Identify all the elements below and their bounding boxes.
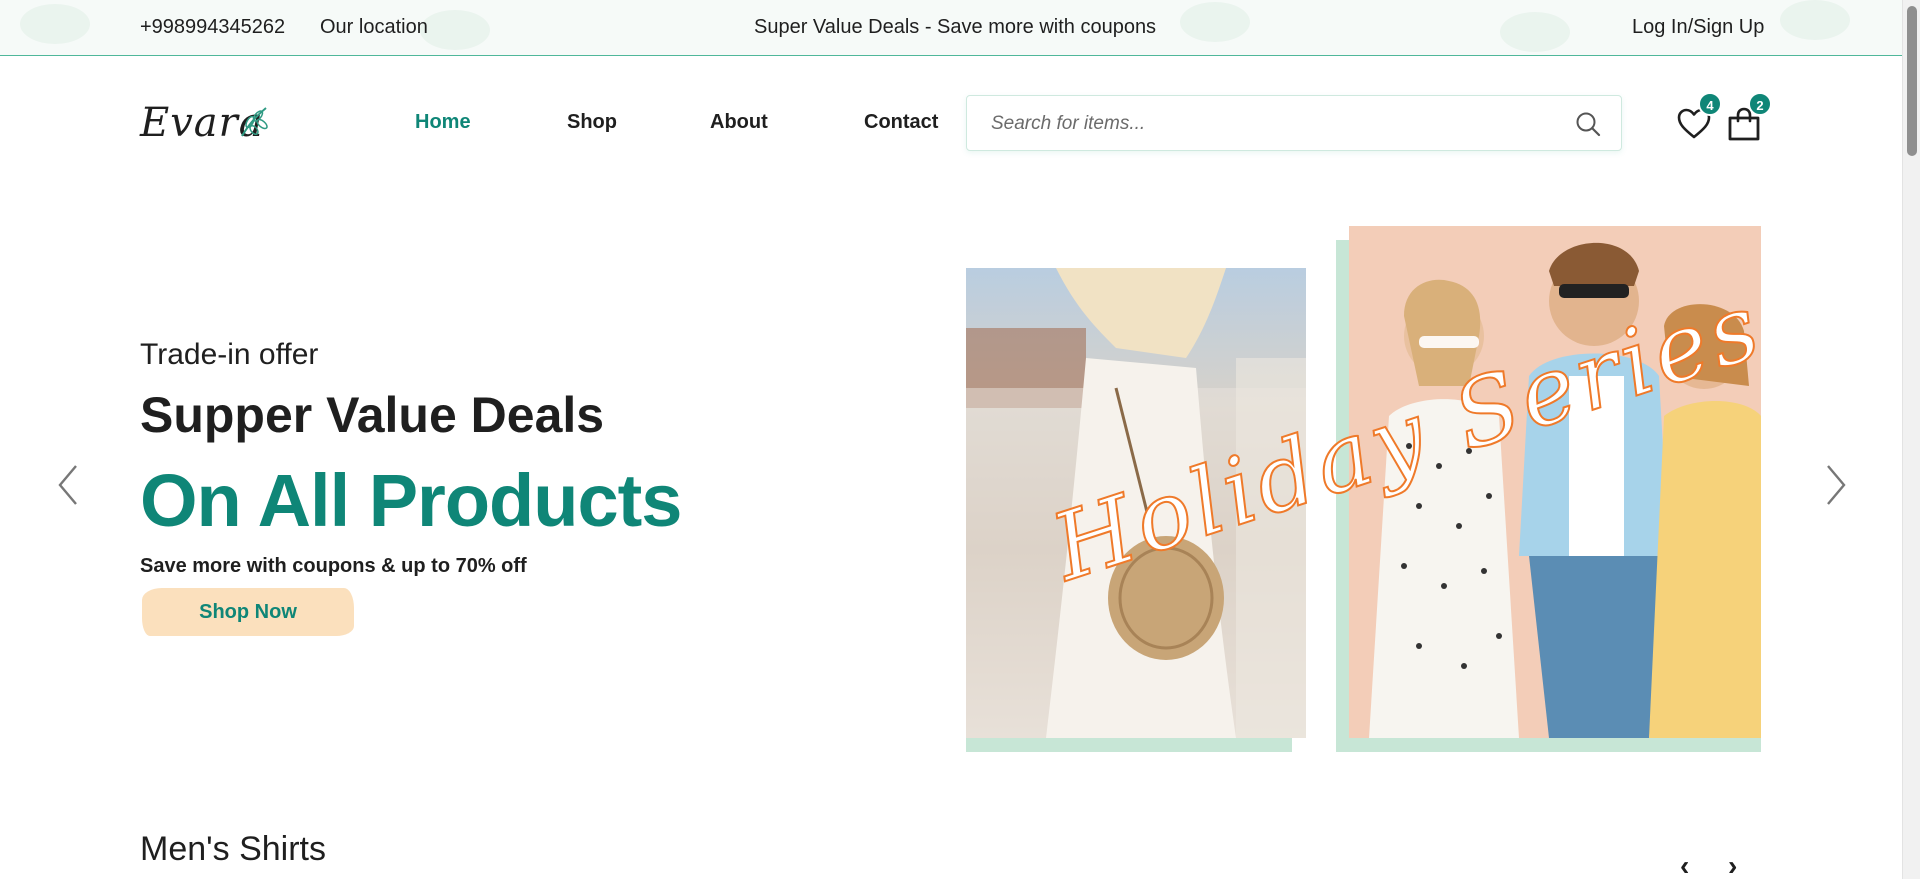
nav-shop[interactable]: Shop	[567, 111, 617, 134]
search-box	[966, 95, 1622, 151]
leaf-decoration	[20, 4, 90, 44]
chevron-left-icon[interactable]	[54, 462, 84, 508]
hero-description: Save more with coupons & up to 70% off	[140, 555, 527, 577]
search-input[interactable]	[991, 110, 1531, 138]
leaf-decoration	[420, 10, 490, 50]
nav-home[interactable]: Home	[415, 111, 471, 134]
nav-about[interactable]: About	[710, 111, 768, 134]
hero-headline: On All Products	[140, 459, 682, 542]
section-next-button[interactable]: ›	[1728, 850, 1737, 879]
hero-title: Supper Value Deals	[140, 387, 605, 443]
chevron-right-icon[interactable]	[1820, 462, 1850, 508]
wishlist-count-badge: 4	[1698, 92, 1722, 116]
scrollbar-thumb[interactable]	[1907, 6, 1917, 156]
leaf-decoration	[1500, 12, 1570, 52]
leaf-decoration	[1180, 2, 1250, 42]
cart-count-badge: 2	[1748, 92, 1772, 116]
section-title: Men's Shirts	[140, 830, 326, 868]
login-signup-link[interactable]: Log In/Sign Up	[1632, 16, 1764, 39]
search-icon[interactable]	[1575, 111, 1601, 137]
scrollbar[interactable]	[1902, 0, 1920, 879]
nav-contact[interactable]: Contact	[864, 111, 938, 134]
section-prev-button[interactable]: ‹	[1680, 850, 1689, 879]
leaf-decoration	[1780, 0, 1850, 40]
phone-number: +998994345262	[140, 16, 286, 38]
promo-text: Super Value Deals - Save more with coupo…	[754, 16, 1157, 38]
hero-subtitle: Trade-in offer	[140, 338, 319, 371]
leaf-icon	[241, 107, 268, 137]
shop-now-button[interactable]: Shop Now	[142, 588, 354, 636]
location-link[interactable]: Our location	[320, 16, 428, 39]
